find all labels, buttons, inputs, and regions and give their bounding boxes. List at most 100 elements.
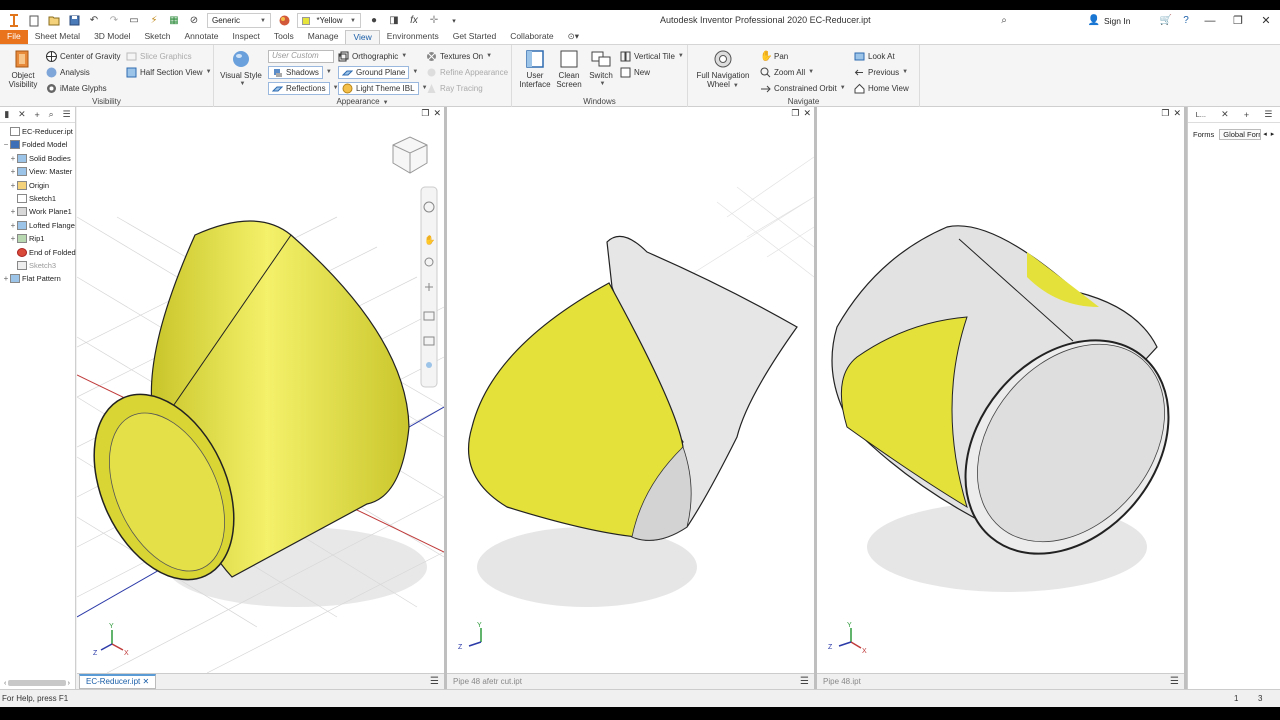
minimize-button[interactable]: — xyxy=(1196,15,1224,27)
tab-inspect[interactable]: Inspect xyxy=(226,30,267,44)
maximize-icon[interactable]: ❐ xyxy=(1161,108,1169,119)
previous-view-button[interactable]: Previous ▼ xyxy=(854,65,908,79)
expand-toggle-icon[interactable]: + xyxy=(9,207,17,216)
adjust-icon[interactable]: ◨ xyxy=(387,14,401,28)
object-visibility-button[interactable]: Object Visibility xyxy=(6,49,40,89)
expand-toggle-icon[interactable]: + xyxy=(9,154,17,163)
select-filter-icon[interactable]: ▭ xyxy=(127,14,141,28)
close-view-icon[interactable]: ✕ xyxy=(1173,108,1181,119)
user-interface-button[interactable]: User Interface xyxy=(518,49,552,89)
ribbon-options-icon[interactable]: ⊙▾ xyxy=(561,30,586,44)
color-select[interactable]: *Yellow ▼ xyxy=(297,13,361,28)
look-at-button[interactable]: Look At xyxy=(854,49,895,63)
help-icon[interactable]: ? xyxy=(1179,14,1193,28)
tab-menu-icon[interactable]: ☰ xyxy=(1170,676,1179,687)
browser-node[interactable]: + Solid Bodies xyxy=(0,152,76,165)
redo-icon[interactable]: ↷ xyxy=(107,14,121,28)
new-window-button[interactable]: New xyxy=(620,65,650,79)
browser-node[interactable]: Sketch1 xyxy=(0,192,76,205)
search-icon[interactable]: ⌕ xyxy=(49,109,54,120)
home-view-button[interactable]: Home View xyxy=(854,81,909,95)
appearance-select[interactable]: Generic ▼ xyxy=(207,13,271,28)
tab-global-forms[interactable]: Global Form xyxy=(1219,128,1262,140)
clean-screen-button[interactable]: Clean Screen xyxy=(554,49,584,89)
tab-3d-model[interactable]: 3D Model xyxy=(87,30,137,44)
tab-annotate[interactable]: Annotate xyxy=(177,30,225,44)
tab-menu-icon[interactable]: ☰ xyxy=(800,676,809,687)
ray-tracing-button[interactable]: Ray Tracing xyxy=(426,81,483,95)
constrained-orbit-button[interactable]: Constrained Orbit ▼ xyxy=(760,81,846,95)
pan-button[interactable]: ✋ Pan xyxy=(760,49,788,63)
tab-environments[interactable]: Environments xyxy=(380,30,446,44)
browser-node[interactable]: EC-Reducer.ipt xyxy=(0,125,76,138)
user-icon[interactable]: 👤 xyxy=(1087,14,1101,28)
light-theme-select[interactable]: Light Theme IBL ▼ xyxy=(338,81,428,95)
close-tab-icon[interactable]: ✕ xyxy=(142,677,149,686)
viewcube[interactable] xyxy=(392,136,428,174)
expand-toggle-icon[interactable]: + xyxy=(9,221,17,230)
expand-toggle-icon[interactable]: + xyxy=(9,167,17,176)
slice-graphics-button[interactable]: Slice Graphics xyxy=(126,49,192,63)
tab-menu-icon[interactable]: ☰ xyxy=(430,676,439,687)
orthographic-button[interactable]: Orthographic ▼ xyxy=(338,49,407,63)
add-panel-icon[interactable]: + xyxy=(1244,110,1249,120)
viewport-pipe-48-afetr-cut[interactable]: Y Z ❐ ✕ Pipe 48 afetr cut.ipt ☰ xyxy=(447,107,814,689)
browser-node[interactable]: + Lofted Flange xyxy=(0,219,76,232)
browser-node[interactable]: + Flat Pattern xyxy=(0,272,76,285)
browser-node[interactable]: Sketch3 xyxy=(0,259,76,272)
switch-button[interactable]: Switch ▼ xyxy=(586,49,616,89)
tab-manage[interactable]: Manage xyxy=(301,30,346,44)
new-icon[interactable] xyxy=(27,14,41,28)
browser-node[interactable]: + Origin xyxy=(0,179,76,192)
refine-appearance-button[interactable]: Refine Appearance xyxy=(426,65,508,79)
ground-plane-button[interactable]: Ground Plane ▼ xyxy=(338,65,418,79)
tab-file[interactable]: File xyxy=(0,30,28,44)
tab-forms[interactable]: Forms xyxy=(1188,130,1219,139)
expand-toggle-icon[interactable]: + xyxy=(9,234,17,243)
close-view-icon[interactable]: ✕ xyxy=(803,108,811,119)
parameters-icon[interactable]: fx xyxy=(407,14,421,28)
browser-scrollbar[interactable]: ‹ › xyxy=(4,679,70,687)
close-view-icon[interactable]: ✕ xyxy=(433,108,441,119)
tab-view[interactable]: View xyxy=(345,30,380,44)
tab-sketch[interactable]: Sketch xyxy=(137,30,177,44)
center-of-gravity-button[interactable]: Center of Gravity xyxy=(46,49,120,63)
close-window-button[interactable]: ✕ xyxy=(1252,14,1280,27)
save-icon[interactable] xyxy=(67,14,81,28)
navigation-bar[interactable]: ✋ xyxy=(420,186,438,388)
visual-style-button[interactable]: Visual Style ▼ xyxy=(220,49,262,89)
expand-toggle-icon[interactable]: + xyxy=(2,274,10,283)
document-tab[interactable]: Pipe 48.ipt xyxy=(823,677,861,686)
maximize-icon[interactable]: ❐ xyxy=(791,108,799,119)
scroll-left-icon[interactable]: ◂ xyxy=(1261,130,1269,138)
add-browser-icon[interactable]: + xyxy=(35,110,40,120)
browser-node[interactable]: − Folded Model xyxy=(0,138,76,151)
browser-node[interactable]: + Rip1 xyxy=(0,232,76,245)
imate-glyphs-button[interactable]: iMate Glyphs xyxy=(46,81,107,95)
undo-icon[interactable]: ↶ xyxy=(87,14,101,28)
tab-tools[interactable]: Tools xyxy=(267,30,301,44)
tab-sheet-metal[interactable]: Sheet Metal xyxy=(28,30,87,44)
update-icon[interactable]: ⚡ xyxy=(147,14,161,28)
zoom-all-button[interactable]: Zoom All ▼ xyxy=(760,65,814,79)
add-icon[interactable]: ✛ xyxy=(427,14,441,28)
close-panel-icon[interactable]: ✕ xyxy=(1221,109,1229,120)
browser-node[interactable]: End of Folded xyxy=(0,246,76,259)
expand-toggle-icon[interactable]: + xyxy=(9,181,17,190)
maximize-icon[interactable]: ❐ xyxy=(421,108,429,119)
tab-collaborate[interactable]: Collaborate xyxy=(503,30,560,44)
browser-node[interactable]: + View: Master xyxy=(0,165,76,178)
half-section-view-button[interactable]: Half Section View ▼ xyxy=(126,65,212,79)
open-icon[interactable] xyxy=(47,14,61,28)
no-entry-icon[interactable]: ⊘ xyxy=(187,14,201,28)
document-tab[interactable]: EC-Reducer.ipt ✕ xyxy=(79,674,157,689)
viewport-pipe-48[interactable]: Y X Z ❐ ✕ Pipe 48.ipt ☰ xyxy=(817,107,1184,689)
clear-appearance-icon[interactable]: ● xyxy=(367,14,381,28)
textures-on-button[interactable]: Textures On ▼ xyxy=(426,49,492,63)
measure-icon[interactable]: ▦ xyxy=(167,14,181,28)
expand-toggle-icon[interactable]: − xyxy=(2,140,10,149)
close-browser-icon[interactable]: ✕ xyxy=(18,109,26,120)
browser-node[interactable]: + Work Plane1 xyxy=(0,205,76,218)
shadows-button[interactable]: Shadows ▼ xyxy=(268,65,332,79)
tab-get-started[interactable]: Get Started xyxy=(446,30,503,44)
